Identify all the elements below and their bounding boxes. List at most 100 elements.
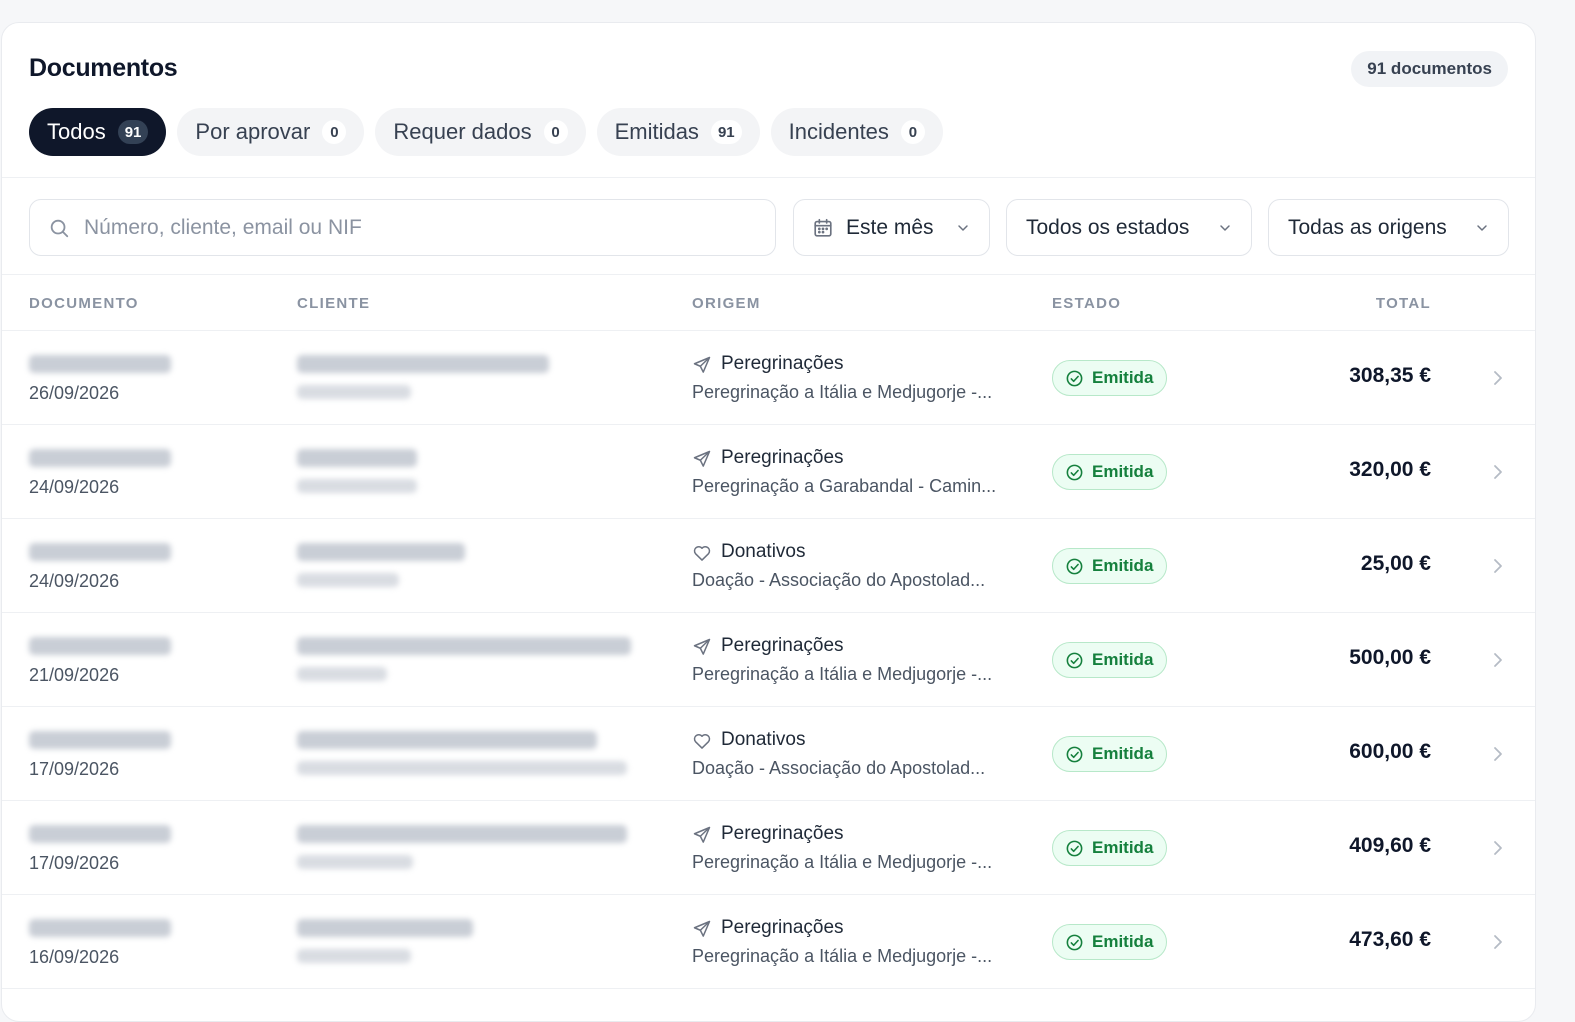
tab-count-badge: 91 [117,120,149,144]
document-date: 17/09/2026 [29,759,120,779]
document-number-redacted [29,543,171,561]
plane-icon [692,449,712,469]
status-badge: Emitida [1052,454,1168,490]
heart-icon [692,543,712,563]
table-row[interactable]: 24/09/2026 Donativos Doação - Associação… [2,519,1535,613]
chevron-right-icon[interactable] [1490,650,1506,670]
client-name-redacted [297,637,631,655]
status-label: Emitida [1092,368,1154,387]
chevron-right-icon[interactable] [1490,368,1506,388]
client-email-redacted [297,573,399,587]
card-header: Documentos 91 documentos Todos 91 Por ap… [2,23,1535,178]
search-icon [50,219,69,237]
client-email-redacted [297,667,387,681]
tab-todos[interactable]: Todos 91 [29,108,167,156]
tab-count-badge: 0 [900,120,925,144]
chevron-right-icon[interactable] [1490,462,1506,482]
client-name-redacted [297,919,473,937]
origin-name: Donativos [721,729,806,750]
search-box[interactable] [29,199,776,256]
chevron-down-icon [1477,224,1487,231]
chevron-down-icon [958,224,968,231]
table-body: 26/09/2026 Peregrinações Peregrinação a … [2,331,1535,989]
document-total: 409,60 € [1349,834,1431,857]
document-date: 16/09/2026 [29,947,120,967]
column-header-status[interactable]: ESTADO [1052,295,1121,312]
period-select[interactable]: Este mês [793,199,990,256]
document-number-redacted [29,637,171,655]
chevron-down-icon [1220,224,1230,231]
search-input[interactable] [84,215,724,240]
period-select-value: Este mês [846,215,934,239]
tab-count-badge: 0 [322,120,347,144]
tab-por-aprovar[interactable]: Por aprovar 0 [177,108,365,156]
table-row[interactable]: 21/09/2026 Peregrinações Peregrinação a … [2,613,1535,707]
tab-label: Requer dados [393,119,532,144]
document-date: 26/09/2026 [29,383,120,403]
check-circle-icon [1066,934,1083,950]
origin-description: Peregrinação a Itália e Medjugorje -... [692,852,993,872]
client-name-redacted [297,825,627,843]
chevron-right-icon[interactable] [1490,556,1506,576]
document-total: 473,60 € [1349,928,1431,951]
document-number-redacted [29,919,171,937]
table-row[interactable]: 16/09/2026 Peregrinações Peregrinação a … [2,895,1535,989]
page-title: Documentos [29,54,178,82]
document-total: 320,00 € [1349,458,1431,481]
status-badge: Emitida [1052,642,1168,678]
tab-incidentes[interactable]: Incidentes 0 [770,108,943,156]
table-row[interactable]: 26/09/2026 Peregrinações Peregrinação a … [2,331,1535,425]
check-circle-icon [1066,746,1083,762]
check-circle-icon [1066,558,1083,574]
client-name-redacted [297,355,549,373]
column-header-total[interactable]: TOTAL [1376,295,1431,312]
document-total: 308,35 € [1349,364,1431,387]
origin-name: Peregrinações [721,353,844,374]
tab-label: Todos [47,119,106,144]
column-header-origin[interactable]: ORIGEM [692,295,761,312]
document-total: 600,00 € [1349,740,1431,763]
origin-name: Donativos [721,541,806,562]
column-header-document[interactable]: DOCUMENTO [29,295,139,312]
status-badge: Emitida [1052,548,1168,584]
tab-requer-dados[interactable]: Requer dados 0 [375,108,586,156]
document-number-redacted [29,355,171,373]
status-label: Emitida [1092,838,1154,857]
table-row[interactable]: 17/09/2026 Donativos Doação - Associação… [2,707,1535,801]
document-number-redacted [29,449,171,467]
origin-name: Peregrinações [721,447,844,468]
chevron-right-icon[interactable] [1490,932,1506,952]
status-label: Emitida [1092,650,1154,669]
status-select-value: Todos os estados [1026,215,1190,239]
origin-description: Doação - Associação do Apostolad... [692,570,986,590]
chevron-right-icon[interactable] [1490,744,1506,764]
check-circle-icon [1066,464,1083,480]
table-row[interactable]: 17/09/2026 Peregrinações Peregrinação a … [2,801,1535,895]
status-select[interactable]: Todos os estados [1006,199,1252,256]
origin-select-value: Todas as origens [1288,215,1447,239]
chevron-right-icon[interactable] [1490,838,1506,858]
origin-description: Peregrinação a Itália e Medjugorje -... [692,946,993,966]
tab-count-badge: 0 [543,120,568,144]
origin-select[interactable]: Todas as origens [1268,199,1509,256]
document-total: 25,00 € [1360,552,1431,575]
client-name-redacted [297,449,417,467]
document-date: 24/09/2026 [29,571,120,591]
document-number-redacted [29,825,171,843]
status-badge: Emitida [1052,360,1168,396]
plane-icon [692,637,712,657]
tab-label: Por aprovar [195,119,311,144]
plane-icon [692,919,712,939]
status-label: Emitida [1092,932,1154,951]
column-header-client[interactable]: CLIENTE [297,295,370,312]
table-header: DOCUMENTO CLIENTE ORIGEM ESTADO TOTAL [2,275,1535,331]
origin-description: Peregrinação a Itália e Medjugorje -... [692,664,993,684]
origin-description: Peregrinação a Itália e Medjugorje -... [692,382,993,402]
document-date: 17/09/2026 [29,853,120,873]
origin-description: Doação - Associação do Apostolad... [692,758,986,778]
table-row[interactable]: 24/09/2026 Peregrinações Peregrinação a … [2,425,1535,519]
tab-emitidas[interactable]: Emitidas 91 [596,108,760,156]
client-email-redacted [297,385,411,399]
status-label: Emitida [1092,744,1154,763]
plane-icon [692,355,712,375]
